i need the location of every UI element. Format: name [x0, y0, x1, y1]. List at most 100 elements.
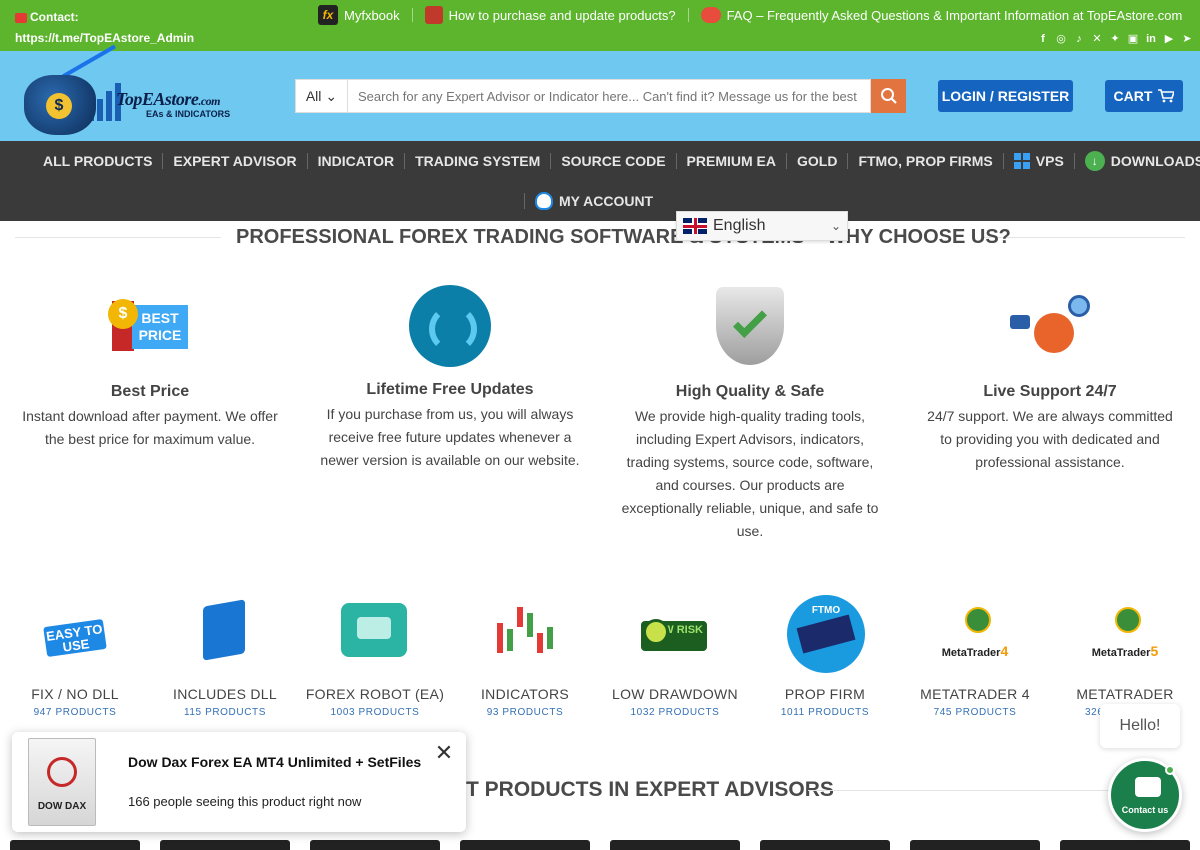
- category-count[interactable]: 1032 PRODUCTS: [605, 707, 745, 718]
- chevron-down-icon: ⌄: [830, 219, 841, 233]
- chat-greeting[interactable]: Hello!: [1100, 704, 1180, 748]
- contact-link[interactable]: https://t.me/TopEAstore_Admin: [15, 28, 194, 49]
- nav-all-products[interactable]: ALL PRODUCTS: [33, 153, 162, 169]
- search-input[interactable]: [347, 79, 871, 113]
- chat-bubble-icon: [700, 7, 721, 23]
- support-agent-icon: [1008, 285, 1092, 369]
- purchase-guide-link[interactable]: How to purchase and update products?: [424, 6, 676, 24]
- cart-person-icon: [424, 6, 443, 24]
- tiktok-icon[interactable]: ♪: [1073, 33, 1085, 45]
- language-select[interactable]: English ⌄: [676, 211, 848, 241]
- category-name: FIX / NO DLL: [31, 686, 119, 702]
- shield-check-icon: [708, 285, 792, 369]
- search-category-select[interactable]: All ⌄: [295, 79, 347, 113]
- nav-gold[interactable]: GOLD: [787, 153, 847, 169]
- category-count[interactable]: 1003 PRODUCTS: [305, 707, 445, 718]
- metatrader4-icon: MetaTrader4: [935, 595, 1015, 675]
- cart-icon: [1158, 89, 1175, 103]
- divider: [15, 237, 221, 238]
- close-icon[interactable]: ✕: [432, 742, 456, 766]
- nav-source-code[interactable]: SOURCE CODE: [551, 153, 675, 169]
- product-thumbnail[interactable]: [10, 840, 140, 850]
- robot-icon: [335, 595, 415, 675]
- facebook-icon[interactable]: f: [1037, 33, 1049, 45]
- feature-title: Best Price: [110, 383, 190, 400]
- section-title: PROFESSIONAL FOREX TRADING SOFTWARE & SY…: [236, 226, 1011, 248]
- nav-my-account[interactable]: MY ACCOUNT: [525, 192, 663, 210]
- nav-prop-firms[interactable]: FTMO, PROP FIRMS: [848, 153, 1002, 169]
- feature-text: 24/7 support. We are always committed to…: [927, 408, 1173, 470]
- feature-live-support: Live Support 24/7 24/7 support. We are a…: [920, 285, 1180, 474]
- search-bar: All ⌄: [295, 79, 906, 113]
- chat-icon: [1135, 777, 1161, 797]
- myfxbook-link[interactable]: fx Myfxbook: [318, 5, 400, 25]
- dll-file-icon: [185, 595, 265, 675]
- nav-downloads[interactable]: ↓ DOWNLOADS: [1075, 151, 1200, 171]
- product-thumbnail[interactable]: [1060, 840, 1190, 850]
- nav-vps[interactable]: VPS: [1004, 153, 1074, 169]
- site-logo[interactable]: $ TopEAstore.com EAs & INDICATORS: [18, 44, 268, 135]
- category-name: INDICATORS: [480, 686, 570, 702]
- logo-text: TopEAstore.com: [116, 89, 221, 109]
- popup-product-title[interactable]: Dow Dax Forex EA MT4 Unlimited + SetFile…: [128, 754, 421, 770]
- nav-trading-system[interactable]: TRADING SYSTEM: [405, 153, 550, 169]
- metatrader5-icon: MetaTrader5: [1085, 595, 1165, 675]
- feature-title: Lifetime Free Updates: [366, 381, 534, 398]
- nav-expert-advisor[interactable]: EXPERT ADVISOR: [163, 153, 306, 169]
- twitter-icon[interactable]: ✦: [1109, 33, 1121, 45]
- product-thumbnail[interactable]: [610, 840, 740, 850]
- category-count[interactable]: 1011 PRODUCTS: [755, 707, 895, 718]
- category-low-drawdown[interactable]: LOW RISK LOW DRAWDOWN 1032 PRODUCTS: [605, 595, 745, 718]
- refresh-icon: [409, 285, 491, 367]
- nav-indicator[interactable]: INDICATOR: [308, 153, 404, 169]
- product-thumbnail[interactable]: [460, 840, 590, 850]
- product-image[interactable]: DOW DAX: [28, 738, 96, 826]
- contact-us-chat-button[interactable]: Contact us: [1108, 758, 1182, 832]
- x-icon[interactable]: ✕: [1091, 33, 1103, 45]
- contact-info: Contact: https://t.me/TopEAstore_Admin: [15, 7, 194, 49]
- download-icon: ↓: [1084, 151, 1105, 171]
- product-thumbnail[interactable]: [760, 840, 890, 850]
- category-name: LOW DRAWDOWN: [612, 686, 738, 702]
- money-bag-icon: $: [24, 75, 96, 135]
- divider: [687, 8, 689, 22]
- divider: [411, 8, 413, 22]
- feature-lifetime-updates: Lifetime Free Updates If you purchase fr…: [320, 285, 580, 472]
- account-shield-icon: [535, 192, 553, 210]
- search-button[interactable]: [871, 79, 906, 113]
- divider: [808, 790, 1138, 791]
- login-register-button[interactable]: LOGIN / REGISTER: [938, 80, 1073, 112]
- cart-button[interactable]: CART: [1105, 80, 1183, 112]
- category-metatrader-5[interactable]: MetaTrader5 METATRADER 326: [1055, 595, 1195, 718]
- category-count[interactable]: 115 PRODUCTS: [155, 707, 295, 718]
- linkedin-icon[interactable]: in: [1145, 33, 1157, 45]
- category-prop-firm[interactable]: FTMO PROP FIRM 1011 PRODUCTS: [755, 595, 895, 718]
- category-indicators[interactable]: INDICATORS 93 PRODUCTS: [455, 595, 595, 718]
- category-count[interactable]: 947 PRODUCTS: [5, 707, 145, 718]
- telegram-icon[interactable]: ➤: [1181, 33, 1193, 45]
- product-thumbnail[interactable]: [310, 840, 440, 850]
- category-name: INCLUDES DLL: [173, 686, 277, 702]
- category-fix-no-dll[interactable]: EASY TO USE FIX / NO DLL 947 PRODUCTS: [5, 595, 145, 718]
- sales-notification-popup[interactable]: DOW DAX Dow Dax Forex EA MT4 Unlimited +…: [12, 732, 466, 832]
- myfxbook-label: Myfxbook: [344, 7, 400, 23]
- category-count[interactable]: 745 PRODUCTS: [905, 707, 1045, 718]
- instagram-icon[interactable]: ◎: [1055, 33, 1067, 45]
- category-includes-dll[interactable]: INCLUDES DLL 115 PRODUCTS: [155, 595, 295, 718]
- product-thumbnail[interactable]: [160, 840, 290, 850]
- product-thumbnail[interactable]: [910, 840, 1040, 850]
- dollar-icon: $: [46, 93, 72, 119]
- youtube-icon[interactable]: ▣: [1127, 33, 1139, 45]
- feature-title: Live Support 24/7: [983, 383, 1117, 400]
- contact-label: Contact:: [30, 10, 79, 24]
- nav-premium-ea[interactable]: PREMIUM EA: [677, 153, 786, 169]
- search-icon: [880, 88, 897, 104]
- faq-link[interactable]: FAQ – Frequently Asked Questions & Impor…: [700, 7, 1182, 23]
- youtube-play-icon[interactable]: ▶: [1163, 33, 1175, 45]
- easy-to-use-icon: EASY TO USE: [35, 595, 115, 675]
- category-count[interactable]: 93 PRODUCTS: [455, 707, 595, 718]
- category-forex-robot[interactable]: FOREX ROBOT (EA) 1003 PRODUCTS: [305, 595, 445, 718]
- category-name: METATRADER 4: [920, 686, 1030, 702]
- category-metatrader-4[interactable]: MetaTrader4 METATRADER 4 745 PRODUCTS: [905, 595, 1045, 718]
- main-nav: ALL PRODUCTS EXPERT ADVISOR INDICATOR TR…: [0, 141, 1200, 221]
